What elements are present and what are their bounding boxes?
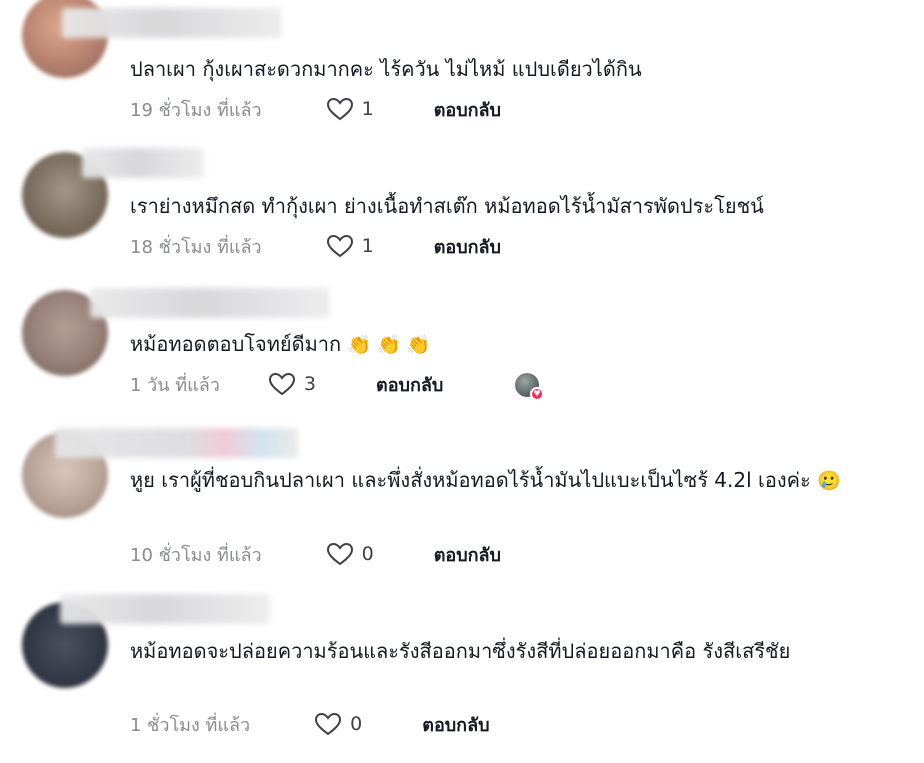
like-count: 0	[350, 713, 363, 735]
heart-outline-icon	[315, 712, 342, 736]
like-button[interactable]: 0	[314, 711, 362, 737]
comment-text: เราย่างหมึกสด ทำกุ้งเผา ย่างเนื้อทำสเต๊ก…	[130, 190, 900, 223]
comment-time: 19 ชั่วโมง ที่แล้ว	[130, 99, 262, 121]
comment-time: 1 ชั่วโมง ที่แล้ว	[130, 714, 251, 736]
username-blurred[interactable]	[82, 148, 204, 178]
reply-button[interactable]: ตอบกลับ	[434, 95, 501, 124]
comment-text: ปลาเผา กุ้งเผาสะดวกมากคะ ไร้ควัน ไม่ไหม้…	[130, 53, 900, 86]
creator-liked-avatar: ♥	[515, 373, 544, 401]
comment-meta: 19 ชั่วโมง ที่แล้ว 1 ตอบกลับ	[130, 94, 501, 124]
comment-body: หม้อทอดจะปล่อยความร้อนและรังสีออกมาซึ่งร…	[130, 639, 791, 663]
like-button[interactable]: 0	[326, 541, 374, 567]
username-blurred[interactable]	[60, 594, 270, 624]
username-blurred[interactable]	[62, 8, 282, 38]
comment-meta: 18 ชั่วโมง ที่แล้ว 1 ตอบกลับ	[130, 231, 501, 261]
reply-button[interactable]: ตอบกลับ	[376, 370, 443, 399]
username-blurred[interactable]	[55, 428, 298, 458]
reply-button[interactable]: ตอบกลับ	[434, 540, 501, 569]
comment-time: 1 วัน ที่แล้ว	[130, 374, 220, 396]
comment-time: 10 ชั่วโมง ที่แล้ว	[130, 544, 262, 566]
heart-outline-icon	[326, 234, 353, 258]
comment-text: หม้อทอดจะปล่อยความร้อนและรังสีออกมาซึ่งร…	[130, 635, 900, 668]
comment-text: หูย เราผู้ที่ชอบกินปลาเผา และพึ่งสั่งหม้…	[130, 464, 900, 498]
smiling-tear-emoji: 🥲	[817, 470, 841, 492]
username-blurred[interactable]	[90, 288, 330, 318]
like-count: 3	[303, 373, 317, 395]
like-button[interactable]: 1	[326, 233, 374, 259]
comment-body: เราย่างหมึกสด ทำกุ้งเผา ย่างเนื้อทำสเต๊ก…	[130, 194, 764, 218]
comment-body: หูย เราผู้ที่ชอบกินปลาเผา และพึ่งสั่งหม้…	[130, 468, 811, 492]
comment-text: หม้อทอดตอบโจทย์ดีมาก 👏 👏 👏	[130, 328, 900, 362]
reply-button[interactable]: ตอบกลับ	[422, 710, 489, 739]
like-count: 1	[361, 98, 374, 120]
comment-meta: 1 วัน ที่แล้ว 3 ตอบกลับ	[130, 369, 443, 399]
clapping-hands-emoji: 👏 👏 👏	[347, 334, 431, 356]
comment-meta: 1 ชั่วโมง ที่แล้ว 0 ตอบกลับ	[130, 709, 490, 739]
heart-outline-icon	[326, 97, 353, 121]
comment-meta: 10 ชั่วโมง ที่แล้ว 0 ตอบกลับ	[130, 539, 501, 569]
like-button[interactable]: 3	[268, 371, 316, 397]
heart-outline-icon	[268, 372, 295, 396]
comment-body: หม้อทอดตอบโจทย์ดีมาก	[130, 332, 342, 356]
like-button[interactable]: 1	[326, 96, 374, 122]
heart-outline-icon	[326, 542, 353, 566]
reply-button[interactable]: ตอบกลับ	[434, 232, 501, 261]
like-count: 0	[361, 543, 374, 565]
comment-time: 18 ชั่วโมง ที่แล้ว	[130, 236, 262, 258]
like-count: 1	[361, 235, 374, 257]
comment-body: ปลาเผา กุ้งเผาสะดวกมากคะ ไร้ควัน ไม่ไหม้…	[130, 57, 642, 81]
heart-badge-icon: ♥	[530, 387, 544, 401]
